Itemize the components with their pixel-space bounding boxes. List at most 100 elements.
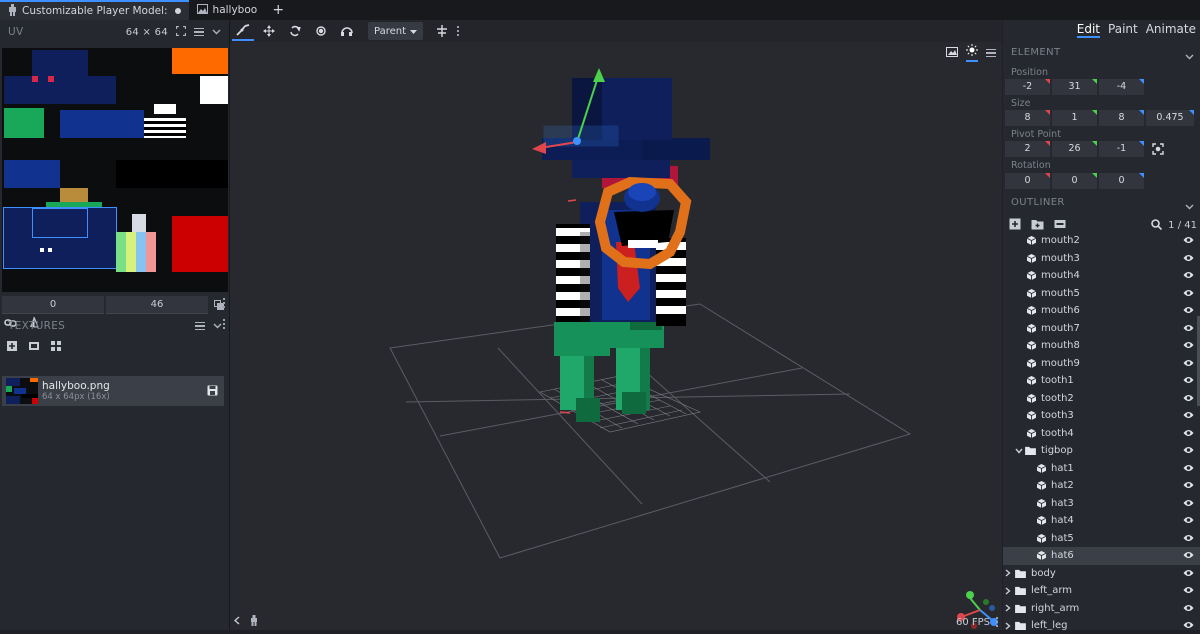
outliner-cube[interactable]: hat4 (1003, 512, 1200, 530)
center-pivot-icon[interactable] (1152, 143, 1164, 158)
pivot-x-input[interactable]: 2 (1005, 141, 1050, 157)
inflate-input[interactable]: 0.475 (1146, 110, 1194, 126)
outliner-cube[interactable]: tooth1 (1003, 372, 1200, 390)
visibility-eye-icon[interactable] (1183, 516, 1194, 527)
size-y-input[interactable]: 1 (1052, 110, 1097, 126)
rotate-icon[interactable] (284, 21, 306, 41)
outliner-cube[interactable]: hat5 (1003, 530, 1200, 548)
visibility-eye-icon[interactable] (1183, 621, 1194, 630)
add-cube-icon[interactable] (1009, 218, 1021, 233)
visibility-eye-icon[interactable] (1183, 306, 1194, 317)
outliner-cube[interactable]: tooth2 (1003, 390, 1200, 408)
visibility-eye-icon[interactable] (1183, 586, 1194, 597)
pivot-icon[interactable] (310, 21, 332, 41)
chevron-down-icon[interactable] (1185, 200, 1194, 213)
outliner-cube[interactable]: hat2 (1003, 477, 1200, 495)
size-z-input[interactable]: 8 (1099, 110, 1144, 126)
visibility-eye-icon[interactable] (1183, 254, 1194, 265)
mode-animate[interactable]: Animate (1146, 22, 1196, 38)
outliner-group[interactable]: tigbop (1003, 442, 1200, 460)
rotation-x-input[interactable]: 0 (1005, 173, 1050, 189)
uv-editor-canvas[interactable] (2, 48, 228, 292)
mode-paint[interactable]: Paint (1108, 22, 1138, 38)
chevron-right-icon[interactable] (1005, 587, 1015, 595)
menu-icon[interactable] (195, 321, 205, 331)
chevron-right-icon[interactable] (1005, 604, 1015, 612)
outliner-cube[interactable]: hat6 (1003, 547, 1200, 565)
new-tab-plus-icon[interactable]: + (265, 0, 291, 20)
mode-edit[interactable]: Edit (1076, 22, 1101, 38)
outliner-cube[interactable]: mouth7 (1003, 320, 1200, 338)
visibility-eye-icon[interactable] (1183, 569, 1194, 580)
outliner-cube[interactable]: mouth2 (1003, 232, 1200, 250)
outliner-cube[interactable]: tooth3 (1003, 407, 1200, 425)
more-vertical-icon[interactable] (996, 617, 998, 627)
player-icon[interactable] (250, 615, 258, 629)
chevron-down-icon[interactable] (213, 321, 222, 332)
visibility-eye-icon[interactable] (1183, 499, 1194, 510)
outliner-cube[interactable]: mouth8 (1003, 337, 1200, 355)
outliner-cube[interactable]: mouth3 (1003, 250, 1200, 268)
outliner-cube[interactable]: mouth6 (1003, 302, 1200, 320)
rotation-y-input[interactable]: 0 (1052, 173, 1097, 189)
outliner-group[interactable]: left_leg (1003, 617, 1200, 630)
position-z-input[interactable]: -4 (1099, 79, 1144, 95)
tab-customizable-player-model[interactable]: Customizable Player Model: (0, 0, 189, 20)
visibility-eye-icon[interactable] (1183, 271, 1194, 282)
outliner-cube[interactable]: hat3 (1003, 495, 1200, 513)
chevron-right-icon[interactable] (1005, 622, 1015, 630)
size-x-input[interactable]: 8 (1005, 110, 1050, 126)
add-locator-icon[interactable] (1054, 218, 1066, 233)
outliner-group[interactable]: right_arm (1003, 600, 1200, 618)
chevron-left-icon[interactable] (233, 616, 240, 628)
visibility-eye-icon[interactable] (1183, 289, 1194, 300)
uv-resolution[interactable]: 64 ⨯ 64 (126, 27, 168, 38)
copy-icon[interactable] (210, 296, 228, 314)
visibility-eye-icon[interactable] (1183, 394, 1194, 405)
search-icon[interactable] (1151, 218, 1163, 233)
visibility-eye-icon[interactable] (1183, 604, 1194, 615)
fullscreen-icon[interactable] (175, 25, 187, 39)
3d-viewport[interactable]: Parent 60 FPS (230, 20, 1002, 630)
vertex-snap-icon[interactable] (336, 21, 358, 41)
visibility-eye-icon[interactable] (1183, 429, 1194, 440)
position-y-input[interactable]: 31 (1052, 79, 1097, 95)
import-texture-icon[interactable] (6, 340, 18, 355)
visibility-eye-icon[interactable] (1183, 446, 1194, 457)
texture-item[interactable]: hallyboo.png 64 x 64px (16x) (2, 376, 224, 406)
visibility-eye-icon[interactable] (1183, 324, 1194, 335)
visibility-eye-icon[interactable] (1183, 341, 1194, 352)
rotation-z-input[interactable]: 0 (1099, 173, 1144, 189)
add-group-icon[interactable] (1031, 219, 1044, 233)
outliner-cube[interactable]: mouth4 (1003, 267, 1200, 285)
visibility-eye-icon[interactable] (1183, 411, 1194, 422)
atlas-icon[interactable] (50, 340, 62, 355)
save-icon[interactable] (207, 385, 218, 399)
visibility-eye-icon[interactable] (1183, 376, 1194, 387)
translate-icon[interactable] (258, 21, 280, 41)
pivot-z-input[interactable]: -1 (1099, 141, 1144, 157)
visibility-eye-icon[interactable] (1183, 551, 1194, 562)
outliner-cube[interactable]: mouth5 (1003, 285, 1200, 303)
uv-x-input[interactable]: 0 (2, 296, 104, 314)
outliner-cube[interactable]: hat1 (1003, 460, 1200, 478)
pivot-y-input[interactable]: 26 (1052, 141, 1097, 157)
visibility-eye-icon[interactable] (1183, 481, 1194, 492)
menu-icon[interactable] (194, 27, 204, 37)
outliner-cube[interactable]: tooth4 (1003, 425, 1200, 443)
visibility-eye-icon[interactable] (1183, 236, 1194, 247)
more-vertical-icon[interactable] (223, 298, 225, 308)
outliner-group[interactable]: left_arm (1003, 582, 1200, 600)
position-x-input[interactable]: -2 (1005, 79, 1050, 95)
visibility-eye-icon[interactable] (1183, 464, 1194, 475)
visibility-eye-icon[interactable] (1183, 534, 1194, 545)
chevron-down-icon[interactable] (1185, 50, 1194, 63)
more-vertical-icon[interactable] (457, 26, 460, 36)
chevron-right-icon[interactable] (1005, 569, 1015, 577)
outliner-cube[interactable]: mouth9 (1003, 355, 1200, 373)
uv-y-input[interactable]: 46 (106, 296, 208, 314)
tab-hallyboo[interactable]: hallyboo (189, 0, 266, 20)
transform-space-select[interactable]: Parent (368, 22, 424, 40)
chevron-down-icon[interactable] (212, 27, 221, 38)
outliner-group[interactable]: body (1003, 565, 1200, 583)
